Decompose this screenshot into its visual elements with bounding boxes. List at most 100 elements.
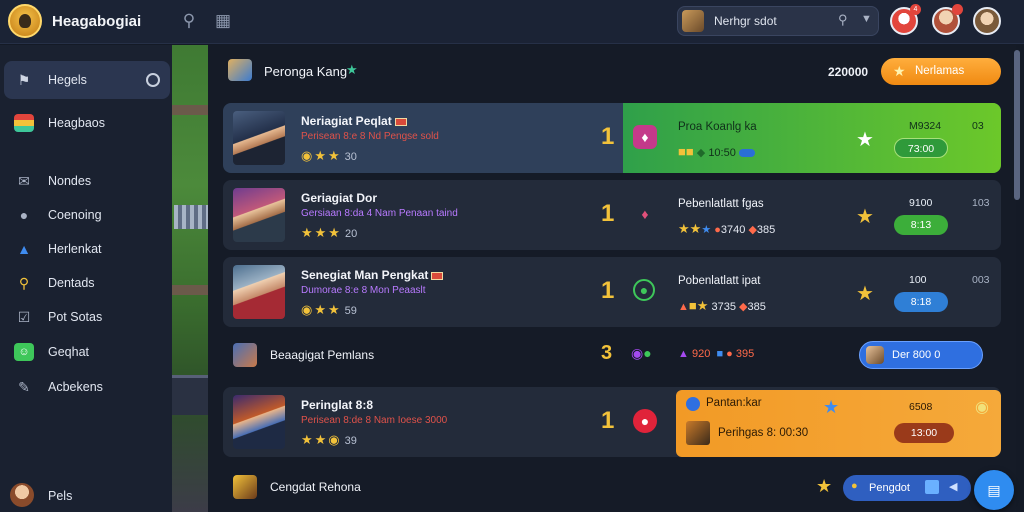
map-building: [172, 375, 208, 415]
message-icon: ☺: [14, 343, 34, 361]
player-name: Neriagiat Peqlat: [301, 114, 407, 128]
sidebar-badge: [146, 73, 160, 87]
sidebar-item-label: Acbekens: [48, 380, 103, 394]
score-pill[interactable]: 8:13: [894, 215, 948, 235]
sidebar-item-label: Nondes: [48, 174, 92, 188]
profile-avatar[interactable]: [973, 7, 1001, 35]
player-name: Cengdat Rehona: [270, 480, 361, 494]
sidebar-item-heagbaos[interactable]: Heagbaos: [4, 104, 170, 142]
score-value: 6508: [909, 401, 933, 413]
score-secondary: 103: [972, 197, 990, 209]
sidebar-item-pot-sotas[interactable]: ☑ Pot Sotas: [4, 298, 170, 336]
reward-stats: ■■ ◆ 10:50: [678, 144, 755, 159]
score-secondary: 003: [972, 274, 990, 286]
flag-icon: [431, 271, 444, 280]
user-avatar[interactable]: [10, 483, 34, 507]
search-icon[interactable]: ⚲: [838, 12, 848, 28]
app-title: Heagabogiai: [52, 13, 142, 30]
highlight-panel: [623, 103, 1001, 173]
star-icon: ★: [346, 62, 358, 77]
search-text: Nerhgr sdot: [714, 14, 777, 28]
chevron-down-icon[interactable]: ▼: [861, 13, 872, 25]
score-pill[interactable]: 13:00: [894, 423, 954, 443]
leaderboard-row[interactable]: Cengdat Rehona ★ ● Pengdot ◀: [223, 467, 1001, 507]
sidebar-item-herlenkat[interactable]: ▲ Herlenkat: [4, 230, 170, 268]
leaderboard-row[interactable]: Peringlat 8:8 Perisean 8:de 8 Nam Ioese …: [223, 387, 1001, 457]
sidebar-item-nondes[interactable]: ✉ Nondes: [4, 162, 170, 200]
chevron-left-icon: ◀: [949, 481, 958, 493]
rank-number: 1: [601, 200, 615, 227]
score-value: 100: [909, 274, 927, 286]
scrollbar[interactable]: [1014, 50, 1020, 200]
star-icon: ★: [816, 476, 833, 496]
sidebar-item-hegels[interactable]: ⚑ Hegels: [4, 61, 170, 99]
leaderboard-row[interactable]: Senegiat Man Pengkat Dumorae 8:e 8 Mon P…: [223, 257, 1001, 327]
sidebar-item-label: Geqhat: [48, 345, 90, 359]
edit-icon: ✎: [18, 379, 30, 395]
player-portrait: [233, 395, 285, 449]
header-button-label: Nerlamas: [915, 65, 965, 77]
flag-icon: [394, 117, 407, 126]
player-rating: ★★◉ 39: [301, 432, 357, 447]
medal-icon: ◉: [975, 399, 989, 416]
player-subtitle: Perisean 8:e 8 Nd Pengse sold: [301, 131, 439, 142]
grid-icon[interactable]: ▦: [212, 10, 234, 32]
sidebar-item-coenoing[interactable]: ● Coenoing: [4, 196, 170, 234]
star-icon: ★: [856, 283, 874, 305]
player-portrait: [233, 475, 257, 499]
player-portrait: [233, 111, 285, 165]
player-portrait: [233, 343, 257, 367]
row-button-label: Pengdot: [869, 482, 910, 494]
reward-stats: ▲ 920 ■ ● 395: [678, 348, 755, 360]
map-fence: [174, 205, 208, 229]
search-icon[interactable]: ⚲: [178, 10, 200, 32]
info-icon: [686, 397, 700, 411]
app-logo-avatar[interactable]: [8, 4, 42, 38]
sidebar-item-label: Herlenkat: [48, 242, 102, 256]
gem-icon: ◉●: [631, 345, 652, 361]
page-title: Peronga Kang: [264, 64, 348, 79]
key-icon: ⚲: [18, 275, 30, 291]
button-avatar: [866, 346, 884, 364]
sidebar-item-geqhat[interactable]: ☺ Geqhat: [4, 333, 170, 371]
leaderboard-row[interactable]: Neriagiat Peqlat Perisean 8:e 8 Nd Pengs…: [223, 103, 1001, 173]
header-score: 220000: [828, 65, 869, 79]
search-avatar: [682, 10, 704, 32]
emblem-icon: ♦: [641, 206, 649, 222]
sidebar-item-dentads[interactable]: ⚲ Dentads: [4, 264, 170, 302]
player-name: Beaagigat Pemlans: [270, 348, 375, 362]
chat-fab-button[interactable]: ▤: [974, 470, 1014, 510]
sidebar: ⚑ Hegels Heagbaos ✉ Nondes ● Coenoing ▲ …: [0, 45, 172, 512]
header-action-button[interactable]: ★ Nerlamas: [881, 58, 1001, 85]
coin-icon: ●: [851, 480, 858, 492]
player-name: Senegiat Man Pengkat: [301, 268, 444, 282]
reward-stats: ▲■★ 3735 ◆385: [678, 298, 766, 313]
row-button-label: Der 800 0: [892, 349, 941, 361]
star-icon: ★: [823, 397, 840, 417]
header-avatar: [228, 59, 252, 81]
emblem-icon: ♦: [633, 125, 657, 149]
row-action-button[interactable]: ● Pengdot ◀: [843, 475, 971, 501]
leaderboard-row[interactable]: Geriagiat Dor Gersiaan 8:da 4 Nam Penaan…: [223, 180, 1001, 250]
top-bar: Heagabogiai ⚲ ▦ Nerhgr sdot ⚲ ▼ 4: [0, 0, 1024, 44]
score-pill[interactable]: 8:18: [894, 292, 948, 312]
rank-number: 3: [601, 342, 613, 364]
sidebar-item-acbekens[interactable]: ✎ Acbekens: [4, 368, 170, 406]
reward-title: Pobenlatlatt ipat: [678, 275, 761, 287]
person-icon: ▲: [17, 241, 31, 257]
row-action-button[interactable]: Der 800 0: [859, 341, 983, 369]
score-value: 9100: [909, 197, 933, 209]
leaderboard-row[interactable]: Beaagigat Pemlans 3 ◉● ▲ 920 ■ ● 395 Der…: [223, 335, 1001, 375]
reward-thumbnail: [686, 421, 710, 445]
sidebar-item-label: Pot Sotas: [48, 310, 103, 324]
mail-icon: ✉: [18, 173, 30, 189]
notification-badge: 4: [910, 4, 921, 15]
score-pill[interactable]: 73:00: [894, 138, 948, 158]
reward-title: Proa Koanlg ka: [678, 121, 757, 133]
friend-badge: [952, 4, 963, 15]
rank-number: 1: [601, 407, 615, 434]
emblem-icon: ●: [633, 279, 655, 301]
reward-title: Pebenlatlatt fgas: [678, 198, 764, 210]
player-rating: ◉★★ 59: [301, 302, 357, 317]
top-search-bar[interactable]: Nerhgr sdot ⚲ ▼: [677, 6, 879, 36]
